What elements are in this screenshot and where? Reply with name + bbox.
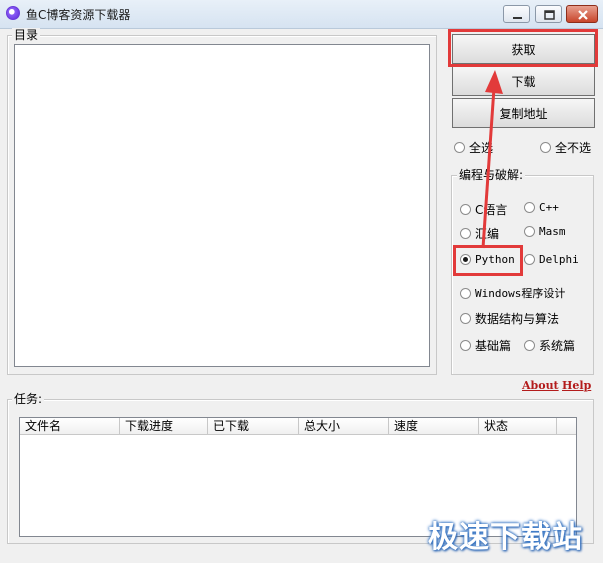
category-radio-python-circle [460, 254, 471, 265]
category-radio-data-structures-circle [460, 313, 471, 324]
category-label-delphi: Delphi [539, 253, 579, 266]
category-radio-basics-circle [460, 340, 471, 351]
category-radio-masm-circle [524, 226, 535, 237]
close-button[interactable] [566, 5, 598, 23]
category-radio-data-structures[interactable]: 数据结构与算法 [460, 310, 559, 327]
title-bar: 鱼C博客资源下载器 [0, 0, 603, 29]
help-link[interactable]: Help [562, 379, 591, 392]
minimize-button[interactable] [503, 5, 530, 23]
category-radio-assembly[interactable]: 汇编 [460, 225, 499, 242]
app-icon [6, 6, 20, 20]
category-radio-delphi[interactable]: Delphi [524, 253, 579, 266]
category-label-basics: 基础篇 [475, 339, 512, 353]
column-header-speed[interactable]: 速度 [389, 418, 479, 435]
category-radio-c[interactable]: C语言 [460, 201, 507, 218]
about-link[interactable]: About [522, 379, 559, 392]
category-label: 编程与破解: [457, 168, 526, 182]
catalog-label: 目录 [12, 28, 41, 42]
window-title: 鱼C博客资源下载器 [26, 8, 131, 22]
column-header-status[interactable]: 状态 [479, 418, 557, 435]
category-radio-masm[interactable]: Masm [524, 225, 566, 238]
category-label-system: 系统篇 [539, 339, 576, 353]
category-label-assembly: 汇编 [475, 227, 500, 241]
download-button[interactable]: 下载 [452, 66, 595, 96]
select-all-radio-circle [454, 142, 465, 153]
category-label-c: C语言 [475, 203, 508, 217]
maximize-button[interactable] [535, 5, 562, 23]
copy-address-button[interactable]: 复制地址 [452, 98, 595, 128]
column-header-downloaded[interactable]: 已下载 [208, 418, 299, 435]
select-all-radio[interactable]: 全选 [454, 139, 493, 156]
category-radio-system-circle [524, 340, 535, 351]
category-radio-windows-circle [460, 287, 471, 299]
category-label-windows: Windows程序设计 [475, 287, 566, 300]
column-header-filename[interactable]: 文件名 [20, 418, 120, 435]
category-radio-system[interactable]: 系统篇 [524, 337, 575, 354]
category-radio-basics[interactable]: 基础篇 [460, 337, 511, 354]
column-header-total-size[interactable]: 总大小 [299, 418, 389, 435]
category-radio-windows[interactable]: Windows程序设计 [460, 285, 565, 301]
category-radio-assembly-circle [460, 228, 471, 239]
category-radio-cpp[interactable]: C++ [524, 201, 559, 214]
select-none-radio-circle [540, 142, 551, 153]
select-all-label: 全选 [469, 141, 494, 155]
select-none-label: 全不选 [555, 141, 592, 155]
catalog-list[interactable] [14, 44, 430, 367]
tasks-label: 任务: [12, 392, 45, 406]
watermark: 极速下载站 [428, 520, 583, 555]
category-label-masm: Masm [539, 225, 566, 238]
fetch-button[interactable]: 获取 [452, 34, 595, 64]
category-radio-cpp-circle [524, 202, 535, 213]
category-label-cpp: C++ [539, 201, 559, 214]
column-header-progress[interactable]: 下载进度 [120, 418, 208, 435]
category-radio-delphi-circle [524, 254, 535, 265]
select-none-radio[interactable]: 全不选 [540, 139, 591, 156]
column-header-filler [557, 418, 576, 435]
category-radio-python[interactable]: Python [460, 253, 515, 266]
category-label-data-structures: 数据结构与算法 [475, 312, 560, 326]
category-radio-c-circle [460, 204, 471, 215]
category-label-python: Python [475, 253, 515, 266]
